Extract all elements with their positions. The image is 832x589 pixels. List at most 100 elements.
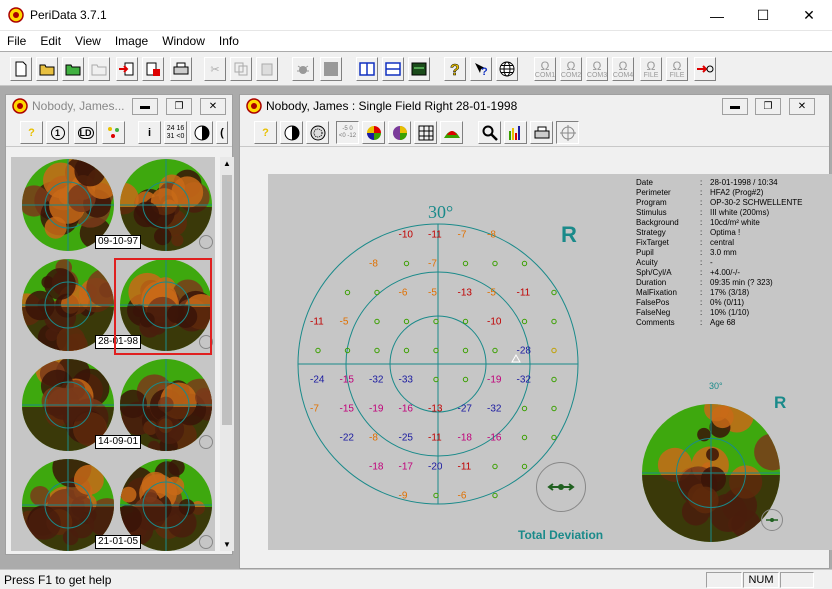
child-close-button[interactable]: ✕: [789, 98, 815, 115]
folder-green-icon: [65, 64, 81, 76]
main-toolbar: ✂ ? ? Ω COM1 Ω COM2 Ω COM3 Ω COM4 Ω FILE Ω FIL…: [0, 52, 832, 86]
child-restore-button[interactable]: ❐: [755, 98, 781, 115]
import-arrow-icon: [119, 62, 134, 76]
title-bar: PeriData 3.7.1 — ☐ ✕: [0, 0, 832, 31]
menu-view[interactable]: View: [68, 34, 108, 48]
dot-pattern-button[interactable]: [306, 121, 329, 144]
fixation-target-button[interactable]: [556, 121, 579, 144]
child-minimize-button[interactable]: ▬: [722, 98, 748, 115]
scroll-up-icon[interactable]: ▲: [223, 159, 231, 168]
color-map-button[interactable]: [362, 121, 385, 144]
open-green-button[interactable]: [62, 57, 84, 81]
zoom-button[interactable]: [478, 121, 501, 144]
info-row: Duration:09:35 min (? 323): [636, 278, 802, 288]
app-title: PeriData 3.7.1: [30, 8, 107, 22]
com3-button[interactable]: Ω COM3: [586, 57, 608, 81]
menu-image[interactable]: Image: [108, 34, 155, 48]
exam-row[interactable]: 21-01-05: [11, 457, 215, 551]
menu-info[interactable]: Info: [212, 34, 246, 48]
exam-row[interactable]: 14-09-01: [11, 357, 215, 457]
compare-button[interactable]: [102, 121, 125, 144]
com4-button[interactable]: Ω COM4: [612, 57, 634, 81]
help-button[interactable]: ?: [20, 121, 43, 144]
info-key: Pupil: [636, 248, 654, 257]
help-button[interactable]: ?: [444, 57, 466, 81]
menu-window[interactable]: Window: [155, 34, 212, 48]
color-map-alt-button[interactable]: [388, 121, 411, 144]
tile-horizontal-button[interactable]: [382, 57, 404, 81]
scrollbar-thumb[interactable]: [222, 175, 232, 425]
com3-label: COM3: [586, 71, 608, 79]
single-eye-button[interactable]: 1: [46, 121, 69, 144]
scroll-down-icon[interactable]: ▼: [223, 540, 231, 549]
eye-label: R: [561, 222, 577, 247]
both-eyes-button[interactable]: LD: [74, 121, 97, 144]
open-file-button[interactable]: [36, 57, 58, 81]
info-separator: :: [700, 238, 703, 247]
child-restore-button[interactable]: ❐: [166, 98, 192, 115]
more-button[interactable]: (: [216, 121, 228, 144]
open-disabled-button[interactable]: [88, 57, 110, 81]
fixation-status-icon: [199, 235, 213, 249]
com1-button[interactable]: Ω COM1: [534, 57, 556, 81]
normal-point-marker: [492, 347, 498, 354]
exam-list-scrollbar[interactable]: ▲ ▼: [220, 157, 234, 551]
child-minimize-button[interactable]: ▬: [132, 98, 158, 115]
menu-file[interactable]: File: [0, 34, 33, 48]
normal-point-marker: [551, 434, 557, 441]
deviation-value: -10: [399, 230, 414, 241]
import-button[interactable]: [116, 57, 138, 81]
exit-button[interactable]: [694, 57, 716, 81]
cascade-button[interactable]: [408, 57, 430, 81]
cut-button[interactable]: ✂: [204, 57, 226, 81]
greyscale-button[interactable]: [280, 121, 303, 144]
tile-vertical-button[interactable]: [356, 57, 378, 81]
hill-of-vision-button[interactable]: [440, 121, 463, 144]
com2-button[interactable]: Ω COM2: [560, 57, 582, 81]
info-row: Strategy: Optima !: [636, 228, 802, 238]
exam-row[interactable]: 09-10-97: [11, 157, 215, 257]
child-close-button[interactable]: ✕: [200, 98, 226, 115]
help-button[interactable]: ?: [254, 121, 277, 144]
web-button[interactable]: [496, 57, 518, 81]
grid-button[interactable]: [414, 121, 437, 144]
color-wheel-alt-icon: [392, 125, 407, 140]
normal-point-marker: [374, 289, 380, 296]
export-button[interactable]: [142, 57, 164, 81]
normal-point-marker: [462, 318, 469, 325]
greyscale-button[interactable]: [190, 121, 213, 144]
deviation-value: -19: [369, 404, 384, 415]
new-file-button[interactable]: [10, 57, 32, 81]
numeric-grid-button[interactable]: 24 16 31 <0: [164, 121, 187, 144]
square-button[interactable]: [320, 57, 342, 81]
normal-point-marker: [521, 463, 528, 470]
menu-edit[interactable]: Edit: [33, 34, 68, 48]
exam-list-toolbar: ? 1 LD i 24 16 31 <0 (: [6, 117, 232, 147]
print-button[interactable]: [530, 121, 553, 144]
copy-button[interactable]: [230, 57, 252, 81]
deviation-scale-button[interactable]: -5 0 <0 -12: [336, 121, 359, 144]
normal-point-marker: [403, 260, 410, 267]
color-wheel-icon: [366, 125, 381, 140]
info-button[interactable]: i: [138, 121, 161, 144]
normal-point-marker: [344, 289, 351, 296]
file2-button[interactable]: Ω FILE: [666, 57, 688, 81]
file1-button[interactable]: Ω FILE: [640, 57, 662, 81]
bug-button[interactable]: [292, 57, 314, 81]
print-button[interactable]: [170, 57, 192, 81]
maximize-button[interactable]: ☐: [740, 0, 786, 31]
fixation-status-icon: [199, 435, 213, 449]
context-help-button[interactable]: ?: [470, 57, 492, 81]
minimap-field-svg: [642, 404, 780, 542]
normal-point-marker: [551, 376, 557, 383]
info-key: Comments: [636, 318, 675, 327]
close-button[interactable]: ✕: [786, 0, 832, 31]
histogram-button[interactable]: [504, 121, 527, 144]
exam-row[interactable]: 28-01-98: [11, 257, 215, 357]
minimize-button[interactable]: —: [694, 0, 740, 31]
numeric-grid-top-label: 24 16: [166, 124, 185, 132]
tile-vertical-icon: [359, 62, 375, 76]
exam-list-title: Nobody, James...: [32, 99, 125, 113]
exam-date-label: 21-01-05: [95, 535, 142, 549]
paste-button[interactable]: [256, 57, 278, 81]
